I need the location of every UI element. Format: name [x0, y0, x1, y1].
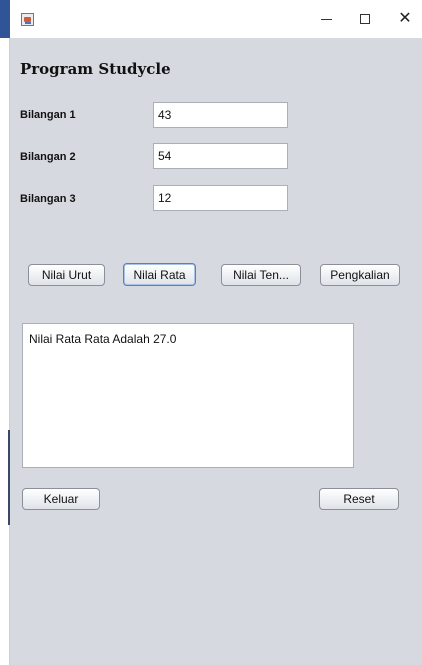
- bilangan-2-input[interactable]: [153, 143, 288, 169]
- keluar-button[interactable]: Keluar: [22, 488, 100, 510]
- close-button[interactable]: ✕: [386, 0, 422, 38]
- maximize-icon: [360, 14, 370, 24]
- output-area[interactable]: Nilai Rata Rata Adalah 27.0: [22, 323, 354, 468]
- minimize-button[interactable]: [307, 0, 345, 38]
- minimize-icon: [320, 18, 332, 20]
- app-window: ✕ Program Studycle Bilangan 1 Bilangan 2…: [10, 0, 422, 665]
- nilai-urut-button[interactable]: Nilai Urut: [28, 264, 105, 286]
- desktop-edge: [0, 0, 11, 665]
- pengkalian-button[interactable]: Pengkalian: [320, 264, 400, 286]
- desktop-edge-accent: [0, 0, 10, 38]
- nilai-tengah-button[interactable]: Nilai Ten...: [221, 264, 301, 286]
- output-text: Nilai Rata Rata Adalah 27.0: [29, 332, 177, 346]
- bilangan-3-label: Bilangan 3: [20, 193, 76, 205]
- nilai-rata-button[interactable]: Nilai Rata: [123, 263, 196, 286]
- reset-button[interactable]: Reset: [319, 488, 399, 510]
- page-title: Program Studycle: [20, 60, 171, 78]
- bilangan-3-input[interactable]: [153, 185, 288, 211]
- bilangan-1-label: Bilangan 1: [20, 109, 76, 121]
- title-bar: ✕: [10, 0, 422, 38]
- bilangan-2-label: Bilangan 2: [20, 151, 76, 163]
- maximize-button[interactable]: [346, 0, 384, 38]
- java-app-icon: [21, 13, 34, 26]
- close-icon: ✕: [398, 10, 412, 27]
- bilangan-1-input[interactable]: [153, 102, 288, 128]
